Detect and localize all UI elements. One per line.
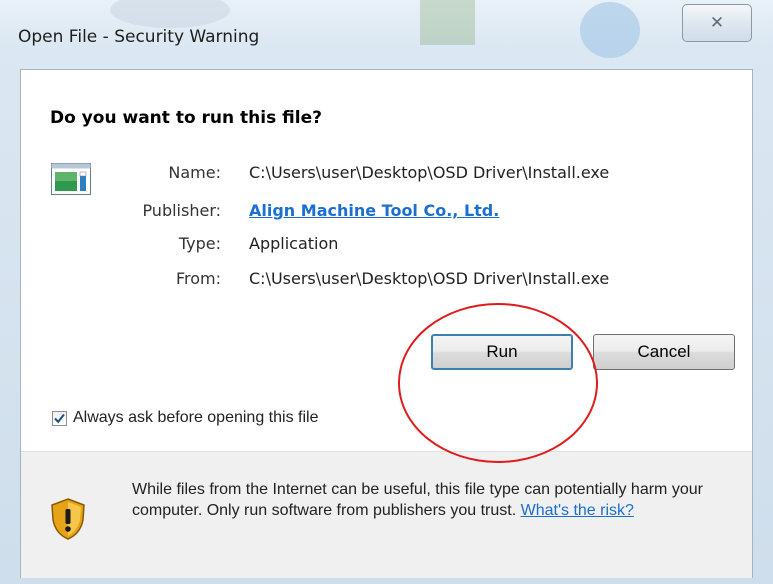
run-button[interactable]: Run bbox=[431, 334, 573, 370]
from-label: From: bbox=[175, 269, 221, 288]
name-label: Name: bbox=[168, 163, 221, 182]
publisher-label: Publisher: bbox=[142, 201, 221, 220]
from-value: C:\Users\user\Desktop\OSD Driver\Install… bbox=[249, 269, 610, 288]
type-value: Application bbox=[249, 234, 339, 253]
publisher-link[interactable]: Align Machine Tool Co., Ltd. bbox=[249, 201, 499, 220]
checkmark-icon bbox=[54, 413, 65, 423]
always-ask-checkbox-row[interactable]: Always ask before opening this file bbox=[52, 409, 318, 427]
window-frame: Open File - Security Warning ✕ Do you wa… bbox=[0, 0, 773, 584]
warning-text: While files from the Internet can be use… bbox=[132, 479, 732, 521]
dialog-body: Do you want to run this file? Name: C:\U… bbox=[20, 69, 753, 578]
window-title: Open File - Security Warning bbox=[18, 27, 260, 47]
name-value: C:\Users\user\Desktop\OSD Driver\Install… bbox=[249, 163, 610, 182]
close-icon: ✕ bbox=[709, 13, 725, 33]
always-ask-checkbox[interactable] bbox=[52, 410, 67, 426]
cancel-button[interactable]: Cancel bbox=[593, 334, 735, 370]
always-ask-label: Always ask before opening this file bbox=[73, 409, 319, 426]
warning-footer: While files from the Internet can be use… bbox=[21, 451, 752, 578]
close-button[interactable]: ✕ bbox=[682, 4, 752, 42]
warning-shield-icon bbox=[51, 498, 85, 540]
whats-the-risk-link[interactable]: What's the risk? bbox=[521, 502, 634, 519]
dialog-heading: Do you want to run this file? bbox=[50, 108, 322, 128]
type-label: Type: bbox=[178, 234, 221, 253]
